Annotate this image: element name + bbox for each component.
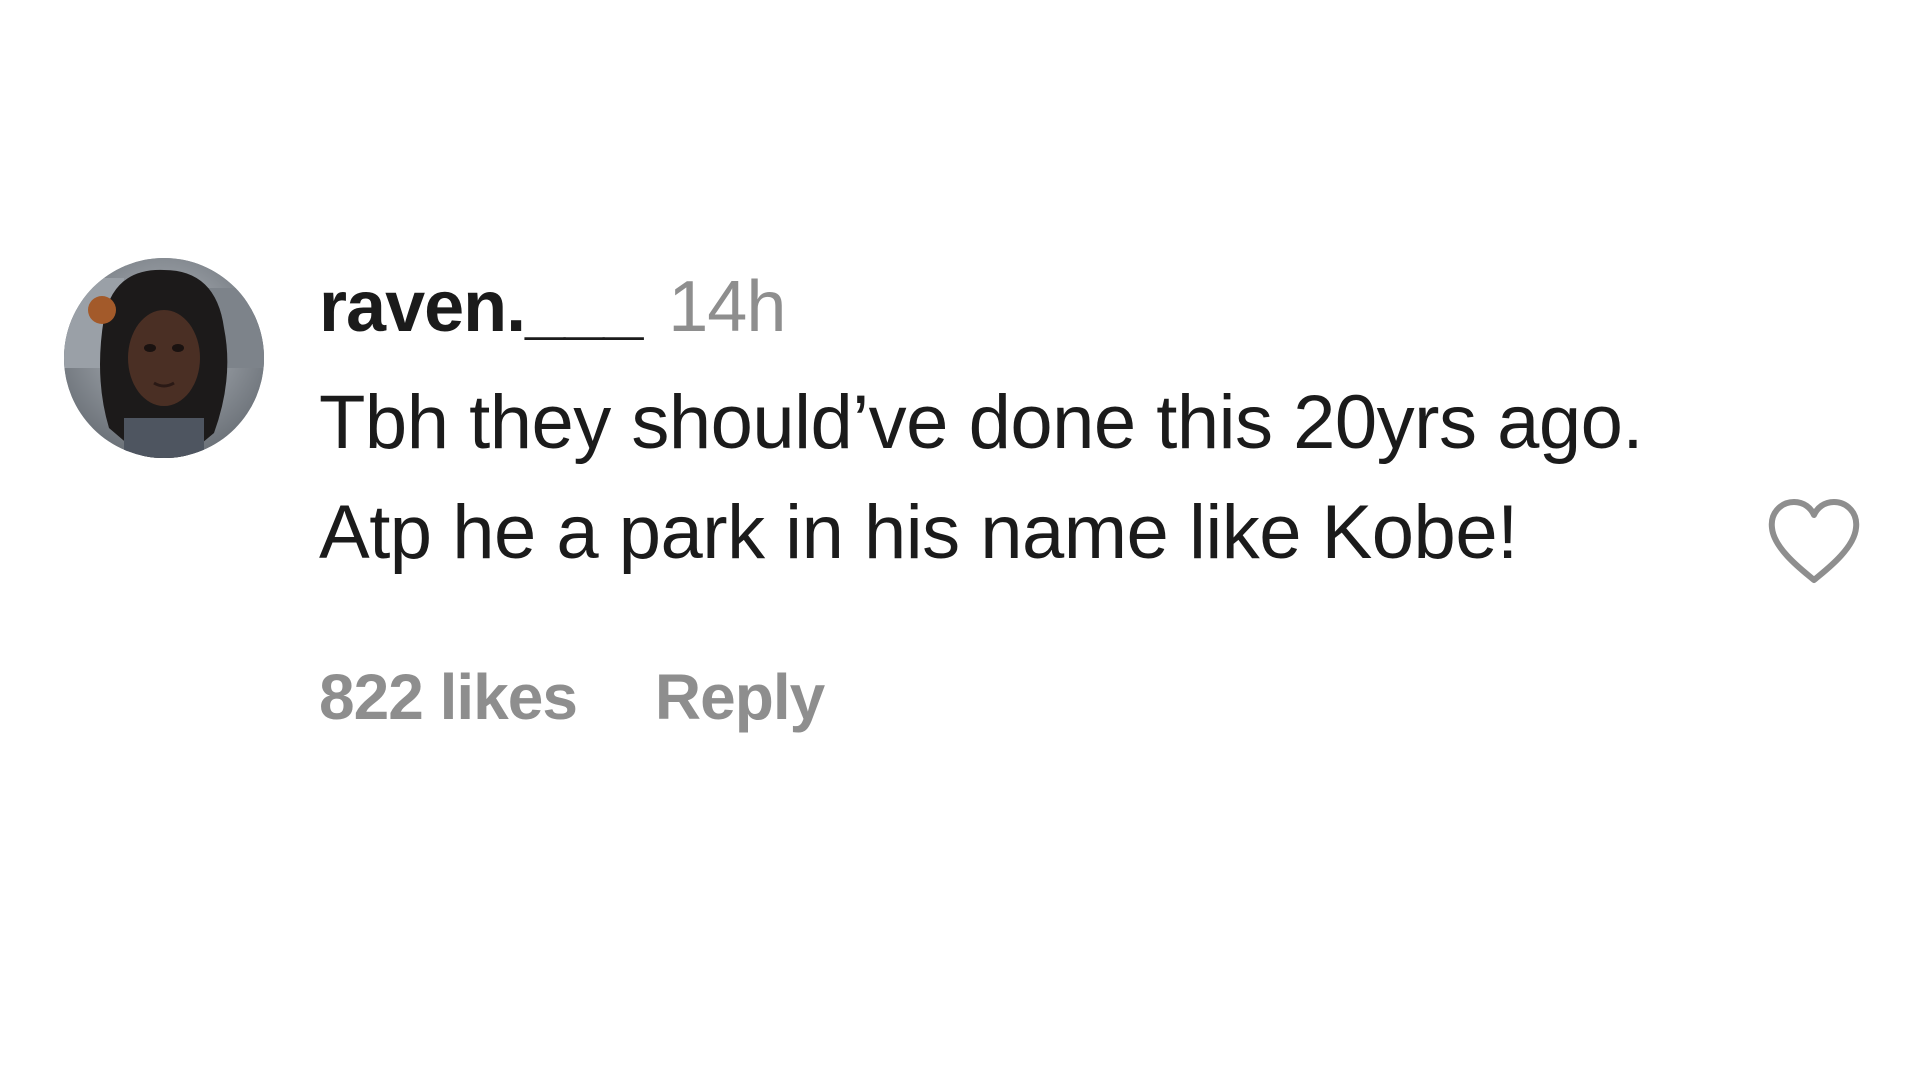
comment-body: raven.___ 14h Tbh they should’ve done th… xyxy=(319,258,1719,734)
comment-header: raven.___ 14h xyxy=(319,258,1719,376)
like-button[interactable] xyxy=(1766,498,1862,588)
avatar-image xyxy=(64,258,264,458)
comment-actions: 822 likes Reply xyxy=(319,660,1719,734)
timestamp[interactable]: 14h xyxy=(668,266,786,348)
likes-count[interactable]: 822 likes xyxy=(319,660,578,734)
comment-item: raven.___ 14h Tbh they should’ve done th… xyxy=(64,258,1864,878)
heart-outline-icon xyxy=(1768,499,1860,583)
avatar[interactable] xyxy=(64,258,264,458)
username-link[interactable]: raven.___ xyxy=(319,266,643,348)
comment-text: Tbh they should’ve done this 20yrs ago. … xyxy=(319,380,1644,575)
page: raven.___ 14h Tbh they should’ve done th… xyxy=(0,0,1920,1080)
reply-button[interactable]: Reply xyxy=(655,660,825,734)
